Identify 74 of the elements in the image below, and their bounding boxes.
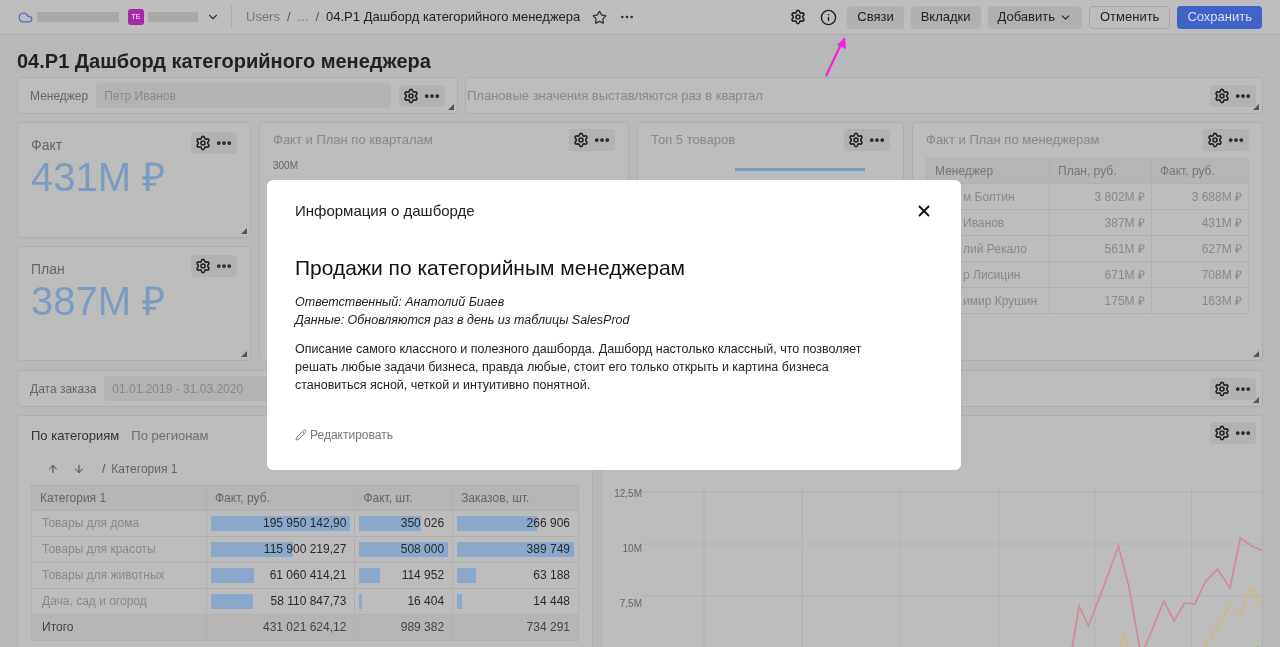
dialog-heading: Продажи по категорийным менеджерам bbox=[295, 254, 687, 281]
settings-icon[interactable] bbox=[195, 258, 211, 274]
meta-text: Ответственный: Анатолий Биаев bbox=[295, 293, 506, 311]
table-cell: 431 021 624,12 bbox=[206, 614, 355, 640]
table-cell: Итого bbox=[31, 614, 207, 640]
resize-handle-icon[interactable] bbox=[1253, 397, 1259, 403]
resize-handle-icon[interactable] bbox=[1253, 104, 1259, 110]
breadcrumb-separator: / bbox=[102, 460, 106, 478]
kpi-title: Факт bbox=[31, 136, 63, 155]
cell-value: 58 110 847,73 bbox=[269, 593, 348, 610]
kpi-value: 431M ₽ bbox=[31, 156, 167, 198]
column-header: План, руб. bbox=[1049, 158, 1152, 184]
resize-handle-icon[interactable] bbox=[1253, 351, 1259, 357]
arrow-down-icon[interactable] bbox=[73, 462, 85, 475]
settings-icon[interactable] bbox=[1214, 87, 1230, 104]
cell-value: 195 950 142,90 bbox=[261, 515, 348, 532]
breadcrumb-link[interactable]: ... bbox=[297, 7, 309, 27]
column-header: Заказов, шт. bbox=[452, 485, 579, 510]
cell-value: 61 060 414,21 bbox=[268, 567, 348, 584]
settings-icon[interactable] bbox=[573, 132, 589, 148]
settings-icon[interactable] bbox=[1214, 380, 1230, 397]
page-title: 04.P1 Дашборд категорийного менеджера bbox=[17, 49, 431, 73]
cell-value: 350 026 bbox=[399, 515, 446, 532]
info-icon[interactable] bbox=[820, 8, 838, 26]
breadcrumb-link[interactable]: Категория 1 bbox=[111, 459, 178, 478]
breadcrumb-link[interactable]: Users bbox=[246, 7, 280, 27]
toolbar-button[interactable]: Вкладки bbox=[910, 5, 981, 29]
tab[interactable]: По регионам bbox=[131, 426, 209, 446]
table-cell: 989 382 bbox=[354, 614, 453, 640]
resize-handle-icon[interactable] bbox=[241, 351, 247, 357]
toolbar-button[interactable]: Отменить bbox=[1089, 5, 1171, 29]
toolbar-button[interactable]: Сохранить bbox=[1177, 5, 1262, 29]
axis-label: 300M bbox=[273, 159, 298, 173]
cell-value: 14 448 bbox=[532, 593, 571, 610]
column-header: Категория 1 bbox=[31, 485, 207, 510]
cell-value: 508 000 bbox=[399, 541, 446, 558]
filter-label: Дата заказа bbox=[30, 380, 97, 398]
cloud-icon[interactable] bbox=[18, 9, 33, 25]
cell-value: 115 900 219,27 bbox=[262, 541, 348, 558]
cell-value: 16 404 bbox=[406, 593, 446, 610]
settings-icon[interactable] bbox=[1207, 132, 1223, 148]
cell-value: 389 749 bbox=[525, 541, 571, 558]
filter-label: Менеджер bbox=[30, 87, 89, 105]
column-header: Факт, руб. bbox=[1151, 158, 1249, 184]
column-header: Факт, руб. bbox=[206, 485, 355, 510]
resize-handle-icon[interactable] bbox=[241, 227, 247, 234]
settings-icon[interactable] bbox=[848, 132, 864, 148]
edit-link[interactable]: Редактировать bbox=[295, 425, 393, 444]
breadcrumb-separator: / bbox=[315, 8, 320, 27]
tab[interactable]: По категориям bbox=[31, 426, 120, 446]
cell-value: 114 952 bbox=[400, 567, 446, 584]
axis-label: 12,5M bbox=[613, 487, 642, 501]
pencil-icon bbox=[295, 428, 307, 441]
settings-icon[interactable] bbox=[195, 134, 211, 151]
annotation-arrow bbox=[823, 36, 848, 78]
settings-icon[interactable] bbox=[790, 9, 807, 25]
toolbar-button[interactable]: Связи bbox=[847, 5, 904, 29]
breadcrumb-link[interactable]: 04.P1 Дашборд категорийного менеджера bbox=[326, 7, 581, 27]
resize-handle-icon[interactable] bbox=[448, 104, 454, 110]
kpi-title: План bbox=[31, 259, 65, 279]
settings-icon[interactable] bbox=[403, 87, 419, 104]
dropdown-button[interactable]: Добавить bbox=[987, 5, 1082, 29]
breadcrumb-separator: / bbox=[286, 8, 291, 27]
axis-label: 7,5M bbox=[618, 597, 642, 611]
axis-label: 10M bbox=[621, 542, 642, 556]
dialog-title: Информация о дашборде bbox=[295, 201, 475, 221]
column-header: Факт, шт. bbox=[354, 485, 453, 510]
cell-value: 63 188 bbox=[532, 567, 571, 584]
settings-icon[interactable] bbox=[1214, 425, 1230, 441]
table-cell: 734 291 bbox=[452, 614, 579, 640]
cell-value: 266 906 bbox=[525, 515, 571, 532]
meta-text: Данные: Обновляются раз в день из таблицы SalesProd bbox=[295, 311, 631, 329]
kpi-value: 387M ₽ bbox=[31, 279, 167, 322]
star-icon[interactable] bbox=[592, 9, 608, 25]
